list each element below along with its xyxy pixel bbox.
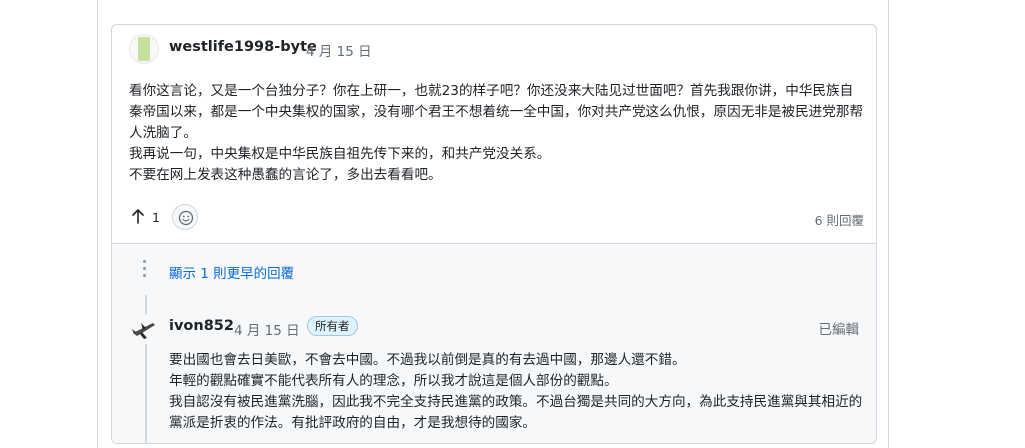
- reply-body: 要出國也會去日美歐，不會去中國。不過我以前倒是真的有去過中國，那邊人還不錯。 年…: [169, 350, 869, 434]
- edited-indicator[interactable]: 已編輯: [819, 318, 860, 338]
- comment-paragraph: 我再说一句，中央集权是中华民族自祖先传下来的，和共产党没关系。: [129, 146, 551, 162]
- arrow-up-icon[interactable]: [131, 208, 145, 224]
- comment-paragraph: 看你这言论，又是一个台独分子？你在上研一，也就23的样子吧？你还没来大陆见过世面…: [129, 83, 864, 141]
- reply-count: 6 則回覆: [814, 213, 864, 228]
- reply-paragraph: 年輕的觀點確實不能代表所有人的理念，所以我才說這是個人部份的觀點。: [169, 373, 618, 389]
- avatar[interactable]: [129, 314, 159, 344]
- comment-body: 看你这言论，又是一个台独分子？你在上研一，也就23的样子吧？你还没来大陆见过世面…: [129, 81, 864, 186]
- avatar-image: [138, 37, 150, 61]
- comment-card: westlife1998-byte 4 月 15 日 看你这言论，又是一个台独分…: [111, 24, 877, 444]
- kebab-icon: [143, 260, 147, 280]
- upvote-count: 1: [152, 210, 160, 225]
- reply-paragraph: 要出國也會去日美歐，不會去中國。不過我以前倒是真的有去過中國，那邊人還不錯。: [169, 352, 686, 368]
- comment-author[interactable]: westlife1998-byte: [169, 39, 317, 55]
- reply-paragraph: 我自認沒有被民進黨洗腦，因此我不完全支持民進黨的政策。不過台獨是共同的大方向，為…: [169, 394, 863, 431]
- comment-paragraph: 不要在网上发表这种愚蠢的言论了，多出去看看吧。: [129, 167, 442, 183]
- comment-date[interactable]: 4 月 15 日: [306, 40, 372, 60]
- smiley-icon: [178, 210, 194, 226]
- reaction-row: 1 6 則回覆: [129, 204, 864, 230]
- show-earlier-replies-link[interactable]: 顯示 1 則更早的回覆: [169, 262, 294, 282]
- add-reaction-button[interactable]: [172, 204, 198, 230]
- reply-date[interactable]: 4 月 15 日: [234, 319, 300, 339]
- replies-section: 顯示 1 則更早的回覆 ivon852 4 月 15 日 所有者 已編輯 要出國…: [112, 243, 876, 443]
- avatar[interactable]: [129, 34, 159, 64]
- reply-author[interactable]: ivon852: [169, 318, 234, 334]
- owner-badge: 所有者: [307, 316, 358, 336]
